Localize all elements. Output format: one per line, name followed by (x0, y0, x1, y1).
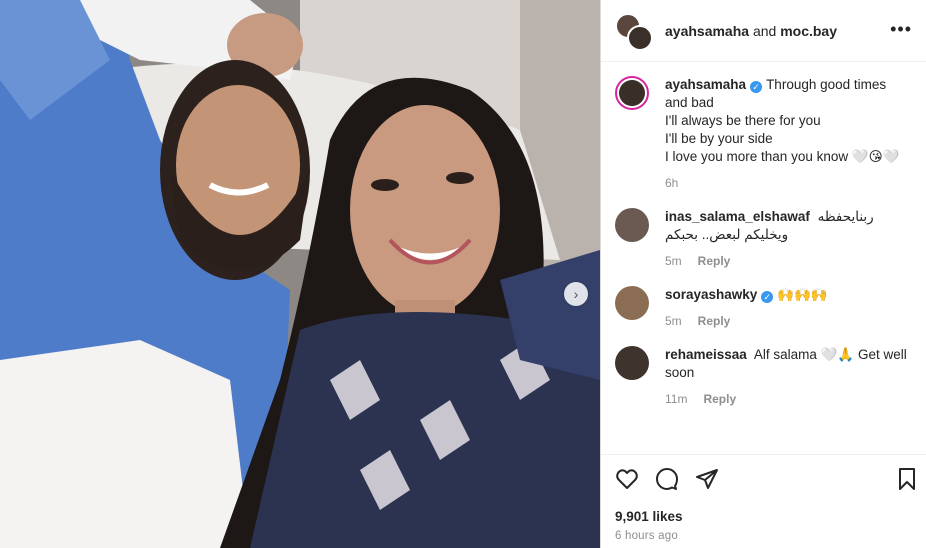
collab-link[interactable]: moc.bay (780, 23, 837, 39)
caption-line: I love you more than you know 🤍😘🤍 (665, 149, 900, 164)
bookmark-icon[interactable] (895, 467, 919, 496)
comment-text: 🙌🙌🙌 (777, 287, 828, 302)
next-photo-button[interactable]: › (564, 282, 588, 306)
caption-line: I'll always be there for you (665, 113, 821, 128)
selfie-photo (0, 0, 600, 548)
next-arrow-icon: › (573, 286, 579, 302)
post-authors: ayahsamaha and moc.bay (665, 23, 837, 39)
likes-count[interactable]: 9,901 likes (615, 509, 683, 524)
avatar[interactable] (615, 208, 649, 242)
comment-username[interactable]: sorayashawky (665, 287, 757, 302)
avatar[interactable] (615, 76, 649, 110)
comment: inas_salama_elshawaf ربنايحفظه ويخليكم ل… (615, 208, 912, 270)
post-sidebar: ayahsamaha and moc.bay ••• ayahsamaha ✓ Th… (600, 0, 926, 548)
comments-list[interactable]: ayahsamaha ✓ Through good times and bad I'… (601, 62, 926, 454)
caption-time[interactable]: 6h (665, 176, 678, 190)
comment-time: 5m (665, 314, 682, 328)
reply-button[interactable]: Reply (698, 254, 731, 268)
comment-time: 11m (665, 392, 688, 406)
comment-username[interactable]: inas_salama_elshawaf (665, 209, 810, 224)
authors-and: and (749, 22, 781, 39)
caption: ayahsamaha ✓ Through good times and bad I'… (615, 76, 912, 192)
post-timestamp[interactable]: 6 hours ago (615, 530, 678, 542)
avatar[interactable] (615, 346, 649, 380)
post-header: ayahsamaha and moc.bay ••• (601, 0, 926, 62)
verified-icon: ✓ (750, 81, 763, 93)
reply-button[interactable]: Reply (698, 314, 731, 328)
instagram-post: › ayahsamaha and moc.bay ••• ayahsamaha ✓… (0, 0, 926, 548)
reply-button[interactable]: Reply (703, 392, 736, 406)
caption-line: I'll be by your side (665, 131, 773, 146)
caption-line: and bad (665, 95, 714, 110)
heart-icon[interactable] (615, 467, 639, 496)
more-options-button[interactable]: ••• (890, 20, 912, 38)
comment-time: 5m (665, 254, 682, 268)
author-link[interactable]: ayahsamaha (665, 23, 749, 39)
comment: sorayashawky ✓ 🙌🙌🙌 5m Reply (615, 286, 912, 330)
post-photo[interactable]: › (0, 0, 600, 548)
avatar (627, 24, 653, 51)
collab-avatars[interactable] (615, 12, 653, 51)
share-icon[interactable] (695, 467, 719, 496)
comment-username[interactable]: rehameissaa (665, 347, 747, 362)
caption-line: Through good times (766, 77, 887, 92)
post-actions: 9,901 likes 6 hours ago (601, 454, 926, 546)
verified-icon: ✓ (761, 291, 774, 303)
comment: rehameissaa Alf salama 🤍🙏 Get well soon … (615, 346, 912, 408)
caption-username[interactable]: ayahsamaha (665, 77, 746, 92)
avatar[interactable] (615, 286, 649, 320)
comment-icon[interactable] (655, 467, 679, 496)
